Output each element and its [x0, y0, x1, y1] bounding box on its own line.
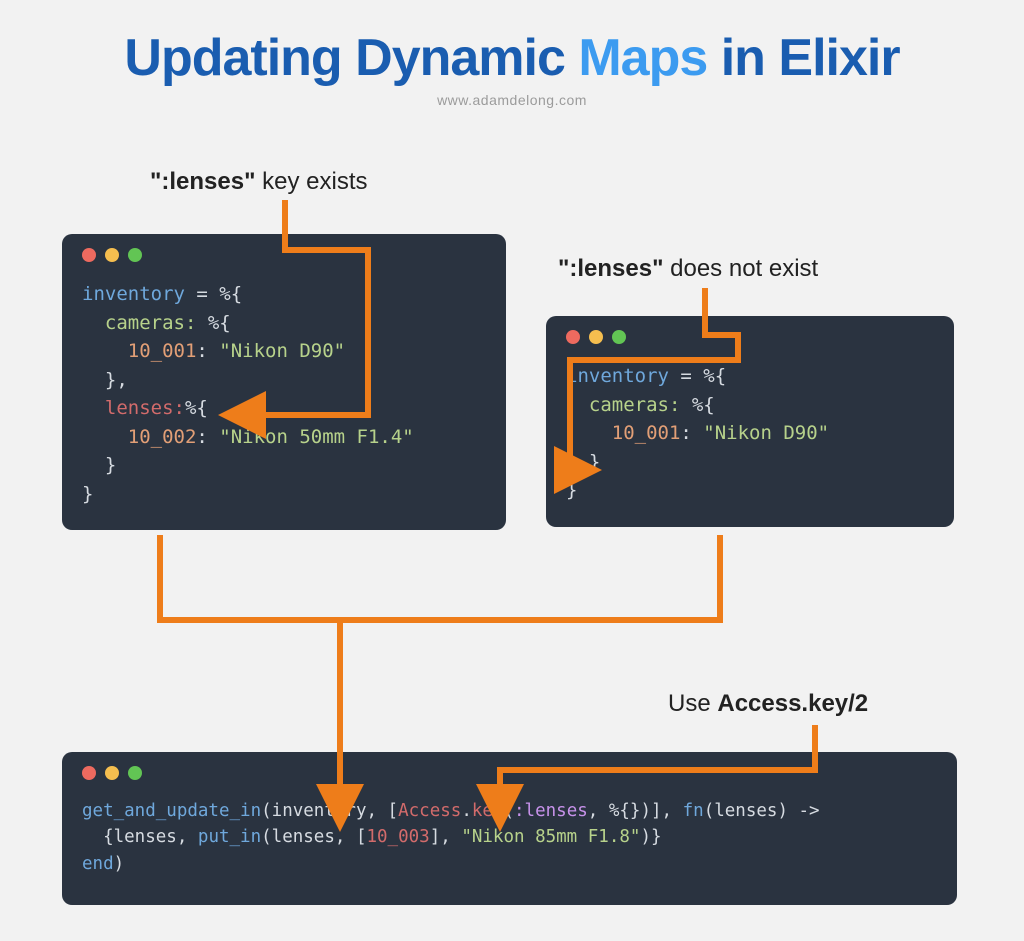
code-box-with-lenses: inventory = %{ cameras: %{ 10_001: "Niko…	[62, 234, 506, 530]
window-controls	[82, 248, 486, 262]
subtitle-url: www.adamdelong.com	[0, 92, 1024, 108]
minimize-icon	[105, 248, 119, 262]
label-key-not-exist-rest: does not exist	[663, 255, 818, 282]
bracket-join	[160, 535, 720, 620]
label-use-prefix: Use	[668, 690, 717, 717]
label-key-not-exist: ":lenses" does not exist	[558, 255, 818, 283]
label-key-exists-rest: key exists	[255, 168, 367, 195]
minimize-icon	[589, 330, 603, 344]
title-part-2: Maps	[578, 29, 707, 87]
close-icon	[566, 330, 580, 344]
label-key-exists: ":lenses" key exists	[150, 168, 368, 196]
code-snippet-3: get_and_update_in(inventory, [Access.key…	[82, 798, 937, 877]
header: Updating Dynamic Maps in Elixir www.adam…	[0, 0, 1024, 108]
code-box-solution: get_and_update_in(inventory, [Access.key…	[62, 752, 957, 905]
maximize-icon	[612, 330, 626, 344]
window-controls	[566, 330, 934, 344]
window-controls	[82, 766, 937, 780]
code-snippet-2: inventory = %{ cameras: %{ 10_001: "Niko…	[566, 362, 934, 505]
code-box-without-lenses: inventory = %{ cameras: %{ 10_001: "Niko…	[546, 316, 954, 527]
close-icon	[82, 766, 96, 780]
minimize-icon	[105, 766, 119, 780]
maximize-icon	[128, 766, 142, 780]
code-snippet-1: inventory = %{ cameras: %{ 10_001: "Niko…	[82, 280, 486, 508]
label-use-access-key: Use Access.key/2	[668, 690, 868, 718]
title-part-1: Updating Dynamic	[124, 29, 578, 87]
label-use-bold: Access.key/2	[717, 690, 868, 717]
close-icon	[82, 248, 96, 262]
maximize-icon	[128, 248, 142, 262]
title-part-3: in Elixir	[707, 29, 899, 87]
label-key-exists-bold: ":lenses"	[150, 168, 255, 195]
label-key-not-exist-bold: ":lenses"	[558, 255, 663, 282]
page-title: Updating Dynamic Maps in Elixir	[0, 32, 1024, 84]
